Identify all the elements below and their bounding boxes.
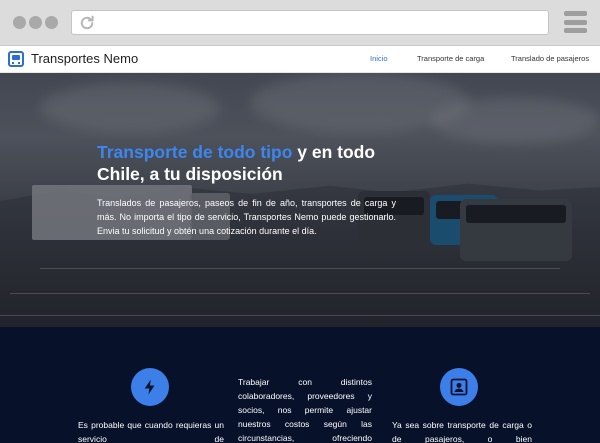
hero-description: Translados de pasajeros, paseos de fin d… <box>97 198 396 236</box>
person-badge-icon <box>440 368 478 406</box>
nav-link-translado-pasajeros[interactable]: Translado de pasajeros <box>511 54 589 63</box>
nav-link-transporte-carga[interactable]: Transporte de carga <box>417 54 484 63</box>
window-dot-close[interactable] <box>13 16 26 29</box>
feature-text-3: Ya sea sobre transporte de carga o de pa… <box>392 420 532 443</box>
brand-name[interactable]: Transportes Nemo <box>31 51 138 66</box>
browser-chrome <box>0 0 600 46</box>
feature-text-1: Es probable que cuando requieras un serv… <box>78 420 224 443</box>
lightning-bolt-icon <box>131 368 169 406</box>
hamburger-menu-icon[interactable] <box>564 11 587 33</box>
hero-title: Transporte de todo tipo y en todo Chile,… <box>97 141 397 185</box>
hero-section: Transporte de todo tipo y en todo Chile,… <box>0 73 600 327</box>
features-section: Es probable que cuando requieras un serv… <box>0 327 600 443</box>
bus-logo-icon[interactable] <box>8 51 24 67</box>
window-dot-maximize[interactable] <box>45 16 58 29</box>
reload-icon[interactable] <box>78 14 96 32</box>
window-dot-minimize[interactable] <box>29 16 42 29</box>
hero-title-accent: Transporte de todo tipo <box>97 142 293 162</box>
nav-link-inicio[interactable]: Inicio <box>370 54 388 63</box>
feature-text-2: Trabajar con distintos colaboradores, pr… <box>238 377 372 443</box>
site-navbar: Transportes Nemo Inicio Transporte de ca… <box>0 46 600 73</box>
address-bar[interactable] <box>71 10 549 35</box>
window-controls <box>13 16 58 29</box>
